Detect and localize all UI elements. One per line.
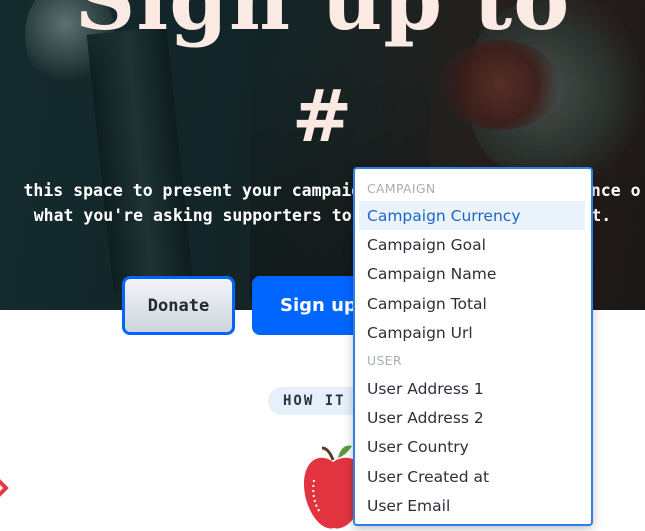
hero-title-line1: Sign up to bbox=[0, 0, 645, 42]
hero-subtitle-line2-text: what you're asking supporters to bbox=[33, 206, 352, 225]
arrow-icon bbox=[0, 479, 9, 497]
dropdown-option[interactable]: User Created at bbox=[355, 462, 591, 491]
dropdown-option[interactable]: Campaign Url bbox=[355, 319, 591, 348]
merge-field-dropdown[interactable]: CAMPAIGN Campaign Currency Campaign Goal Ca… bbox=[353, 167, 593, 526]
dropdown-option[interactable]: Campaign Goal bbox=[355, 230, 591, 259]
dropdown-option[interactable]: Campaign Name bbox=[355, 260, 591, 289]
dropdown-option[interactable]: Campaign Currency bbox=[359, 201, 585, 231]
dropdown-list: CAMPAIGN Campaign Currency Campaign Goal Ca… bbox=[355, 169, 591, 521]
donate-button[interactable]: Donate bbox=[122, 276, 235, 335]
hero-title-line2: # bbox=[291, 73, 354, 158]
dropdown-option[interactable]: User Email bbox=[355, 492, 591, 521]
dropdown-option[interactable]: User Country bbox=[355, 433, 591, 462]
dropdown-group-header: CAMPAIGN bbox=[367, 181, 436, 196]
dropdown-option[interactable]: User Address 1 bbox=[355, 374, 591, 403]
dropdown-group-header: USER bbox=[367, 353, 402, 369]
dropdown-option[interactable]: Campaign Total bbox=[355, 289, 591, 318]
dropdown-option[interactable]: User Address 2 bbox=[355, 403, 591, 432]
